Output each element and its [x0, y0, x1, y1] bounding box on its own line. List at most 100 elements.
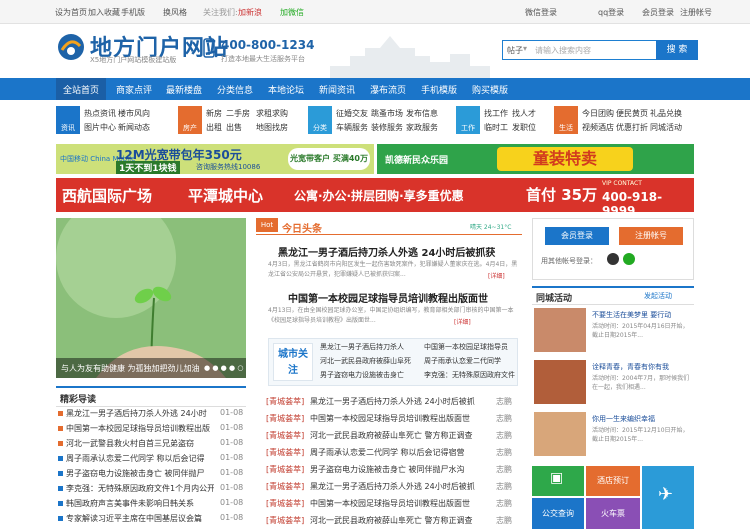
category-link[interactable]: 图片中心 [84, 122, 116, 133]
news-category-tag[interactable]: [青城荟萃] [266, 396, 304, 407]
news-category-tag[interactable]: [青城荟萃] [266, 498, 304, 509]
headline-title[interactable]: 中国第一本校园足球指导员培训教程出版面世 [288, 290, 488, 305]
activity-thumbnail[interactable] [534, 412, 586, 456]
category-link[interactable]: 同城活动 [650, 122, 682, 133]
featured-read-link[interactable]: 河北一武警县救火村自首三兄弟盗窃 [66, 438, 214, 449]
nav-item-classifieds[interactable]: 分类信息 [217, 83, 253, 96]
news-category-tag[interactable]: [青城荟萃] [266, 430, 304, 441]
news-category-tag[interactable]: [青城荟萃] [266, 515, 304, 526]
activity-title[interactable]: 你用一生来编织幸福 [592, 414, 692, 424]
slider-dots[interactable]: ● ● ● ● ○ [204, 364, 243, 372]
member-login-link[interactable]: 会员登录 [642, 7, 674, 18]
bus-query-tile[interactable]: 公交查询 [532, 498, 584, 529]
news-link[interactable]: 河北一武民县政府被薛山阜死亡 警方称正调查 [310, 430, 490, 441]
ad-banner-mobile[interactable]: 中国移动 China Mobile 12M光宽带包年350元 1天不到1块钱 咨… [56, 144, 374, 174]
nav-item-news[interactable]: 新闻资讯 [319, 83, 355, 96]
category-link[interactable]: 家政服务 [406, 122, 438, 133]
category-link[interactable]: 新闻动态 [118, 122, 150, 133]
featured-read-link[interactable]: 男子盗窃电力设施被击身亡 被同伴抛尸 [66, 468, 214, 479]
wechat-icon[interactable] [623, 253, 635, 265]
category-link[interactable]: 求租求购 [256, 108, 288, 119]
news-link[interactable]: 中国第一本校园足球指导员培训教程出版面世 [310, 413, 490, 424]
featured-read-link[interactable]: 中国第一本校园足球指导员培训教程出版 [66, 423, 214, 434]
search-button[interactable]: 搜 索 [656, 40, 698, 60]
nav-item-waterfall[interactable]: 瀑布流页 [370, 83, 406, 96]
news-category-tag[interactable]: [青城荟萃] [266, 413, 304, 424]
city-focus-link[interactable]: 河北一武民县政府被薛山阜死 [320, 356, 420, 366]
category-link[interactable]: 优惠打折 [616, 122, 648, 133]
nav-item-housing[interactable]: 最新楼盘 [166, 83, 202, 96]
category-link[interactable]: 发职位 [512, 122, 536, 133]
bus-tile[interactable]: ▣ [532, 466, 584, 496]
category-link[interactable]: 征婚交友 [336, 108, 368, 119]
category-link[interactable]: 热点资讯 [84, 108, 116, 119]
news-category-tag[interactable]: [青城荟萃] [266, 481, 304, 492]
category-link[interactable]: 发布信息 [406, 108, 438, 119]
slider-caption[interactable]: 与人为友有助健康 为孤独加把劲儿加油 [61, 363, 200, 374]
headline-title[interactable]: 黑龙江一男子酒后持刀杀人外逃 24小时后被抓获 [278, 244, 495, 259]
headline-detail-link[interactable]: [详细] [454, 317, 471, 326]
wechat-login-link[interactable]: 微信登录 [525, 7, 557, 18]
hotel-tile[interactable]: 酒店预订 [586, 466, 640, 496]
category-link[interactable]: 出售 [226, 122, 242, 133]
headline-detail-link[interactable]: [详细] [488, 271, 505, 280]
activity-thumbnail[interactable] [534, 308, 586, 352]
nav-item-buy-template[interactable]: 购买模版 [472, 83, 508, 96]
featured-read-link[interactable]: 黑龙江一男子酒后持刀杀人外逃 24小时 [66, 408, 214, 419]
activity-title[interactable]: 不要生活在美梦里 要行动 [592, 310, 692, 320]
ad-banner-kids[interactable]: 凯德新民众乐园 童装特卖 [377, 144, 694, 174]
news-link[interactable]: 河北一武民县政府被薛山阜死亡 警方称正调查 [310, 515, 490, 526]
featured-read-link[interactable]: 李克强：无特殊原因政府文件1个月内公开 [66, 483, 214, 494]
city-focus-link[interactable]: 周子雨承认恋爱二代同学 [424, 356, 524, 366]
category-link[interactable]: 楼市风向 [118, 108, 150, 119]
change-style-link[interactable]: 换风格 [163, 7, 187, 18]
weibo-link[interactable]: 加新浪 [238, 7, 262, 18]
qq-icon[interactable] [607, 253, 619, 265]
news-category-tag[interactable]: [青城荟萃] [266, 464, 304, 475]
search-input[interactable]: 请输入搜索内容 [535, 45, 591, 56]
category-link[interactable]: 装修服务 [371, 122, 403, 133]
news-link[interactable]: 周子雨承认恋爱二代同学 称以后会记得宿营 [310, 447, 490, 458]
category-link[interactable]: 视频酒店 [582, 122, 614, 133]
category-link[interactable]: 出租 [206, 122, 222, 133]
city-focus-link[interactable]: 中国第一本校园足球指导员 [424, 342, 524, 352]
add-favorite-link[interactable]: 加入收藏 [88, 7, 120, 18]
set-homepage-link[interactable]: 设为首页 [55, 7, 87, 18]
category-link[interactable]: 二手房 [226, 108, 250, 119]
category-link[interactable]: 地图找房 [256, 122, 288, 133]
category-link[interactable]: 今日团购 [582, 108, 614, 119]
activity-title[interactable]: 诠释青春，青春有你有我 [592, 362, 692, 372]
nav-item-reviews[interactable]: 商家点评 [116, 83, 152, 96]
city-focus-link[interactable]: 黑龙江一男子酒后持刀杀人 [320, 342, 420, 352]
city-focus-link[interactable]: 李克强：无特殊原因政府文件 [424, 370, 524, 380]
category-link[interactable]: 临时工 [484, 122, 508, 133]
nav-item-forum[interactable]: 本地论坛 [268, 83, 304, 96]
category-link[interactable]: 找人才 [512, 108, 536, 119]
logo-icon[interactable] [56, 32, 86, 62]
featured-read-link[interactable]: 韩国政府声言美事件未影响日韩关系 [66, 498, 214, 509]
activity-thumbnail[interactable] [534, 360, 586, 404]
mobile-link[interactable]: 手机版 [121, 7, 145, 18]
news-category-tag[interactable]: [青城荟萃] [266, 447, 304, 458]
login-button[interactable]: 会员登录 [545, 227, 609, 245]
photo-slider[interactable]: 与人为友有助健康 为孤独加把劲儿加油 ● ● ● ● ○ [56, 218, 246, 378]
news-link[interactable]: 黑龙江一男子酒后持刀杀人外逃 24小时后被抓 [310, 396, 490, 407]
category-link[interactable]: 礼品兑换 [650, 108, 682, 119]
train-ticket-tile[interactable]: 火车票 [586, 498, 640, 529]
category-link[interactable]: 找工作 [484, 108, 508, 119]
category-link[interactable]: 车辆服务 [336, 122, 368, 133]
search-category-select[interactable]: 帖子 [507, 45, 523, 56]
nav-item-home[interactable]: 全站首页 [56, 78, 106, 100]
featured-read-link[interactable]: 周子雨承认恋爱二代同学 称以后会记得 [66, 453, 214, 464]
register-link[interactable]: 注册帐号 [680, 7, 712, 18]
start-activity-link[interactable]: 发起活动 [644, 291, 672, 301]
wechat-link[interactable]: 加微信 [280, 7, 304, 18]
register-button[interactable]: 注册帐号 [619, 227, 683, 245]
city-focus-link[interactable]: 男子盗窃电力设施被击身亡 [320, 370, 420, 380]
category-link[interactable]: 便民黄页 [616, 108, 648, 119]
featured-read-link[interactable]: 专家解读习近平主席在中国基层议会篇 [66, 513, 214, 524]
news-link[interactable]: 男子盗窃电力设施被击身亡 被同伴抛尸水沟 [310, 464, 490, 475]
ad-banner-realestate[interactable]: 西航国际广场 平潭城中心 公寓·办公·拼层团购·享多重优惠 首付 35万 VIP… [56, 178, 694, 212]
category-link[interactable]: 跳蚤市场 [371, 108, 403, 119]
news-link[interactable]: 中国第一本校园足球指导员培训教程出版面世 [310, 498, 490, 509]
